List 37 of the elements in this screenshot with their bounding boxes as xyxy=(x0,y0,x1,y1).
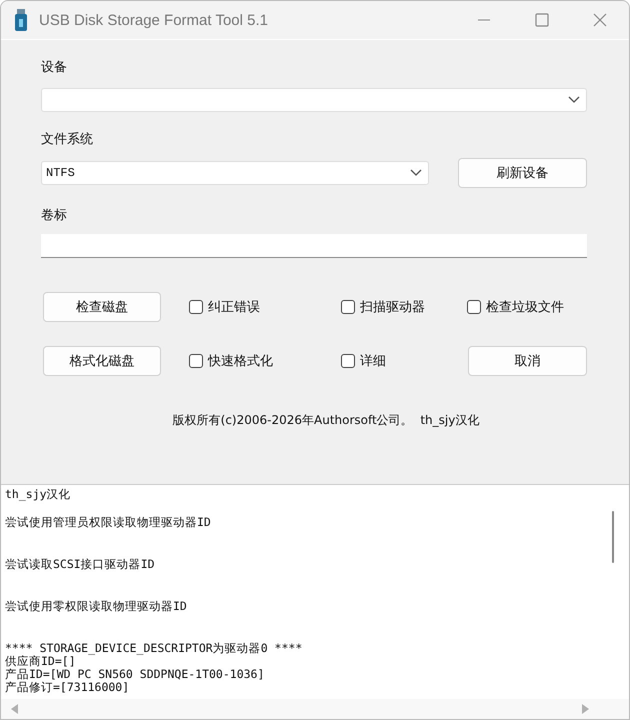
usb-drive-icon xyxy=(15,9,27,31)
file-system-dropdown[interactable]: NTFS xyxy=(41,161,429,185)
log-line: th_sjy汉化 xyxy=(5,488,72,501)
checkbox[interactable] xyxy=(341,354,355,368)
checkbox[interactable] xyxy=(341,300,355,314)
close-icon[interactable] xyxy=(593,13,607,27)
copyright-text: 版权所有(c)2006-2026年Authorsoft公司。 th_sjy汉化 xyxy=(172,412,480,429)
checkbox[interactable] xyxy=(189,354,203,368)
device-label: 设备 xyxy=(41,59,67,76)
checkbox-label: 快速格式化 xyxy=(208,353,273,370)
log-line: **** STORAGE_DEVICE_DESCRIPTOR为驱动器0 **** xyxy=(5,642,304,655)
maximize-icon[interactable] xyxy=(535,13,549,27)
checkbox-label: 扫描驱动器 xyxy=(360,299,425,316)
volume-label: 卷标 xyxy=(41,207,67,224)
refresh-button[interactable]: 刷新设备 xyxy=(458,158,587,188)
window-title: USB Disk Storage Format Tool 5.1 xyxy=(39,12,268,28)
scrollbar-thumb[interactable] xyxy=(612,511,614,563)
checkbox-label: 详细 xyxy=(360,353,386,370)
log-line: 尝试使用管理员权限读取物理驱动器ID xyxy=(5,516,212,529)
checkbox[interactable] xyxy=(189,300,203,314)
chevron-down-icon xyxy=(568,96,580,104)
log-line: 尝试读取SCSI接口驱动器ID xyxy=(5,558,156,571)
scroll-left-icon[interactable] xyxy=(11,704,19,714)
file-system-label: 文件系统 xyxy=(41,131,93,148)
cancel-button[interactable]: 取消 xyxy=(468,346,587,376)
checkbox-label: 检查垃圾文件 xyxy=(486,299,564,316)
log-line: 供应商ID=[] xyxy=(5,655,76,668)
format-disk-button[interactable]: 格式化磁盘 xyxy=(43,346,161,376)
check-disk-button[interactable]: 检查磁盘 xyxy=(43,292,161,322)
volume-label-field[interactable] xyxy=(41,234,587,258)
log-line: 产品ID=[WD PC SN560 SDDPNQE-1T00-1036] xyxy=(5,668,266,681)
scroll-right-icon[interactable] xyxy=(581,704,589,714)
checkbox-label: 纠正错误 xyxy=(208,299,260,316)
log-line: 尝试使用零权限读取物理驱动器ID xyxy=(5,600,188,613)
chevron-down-icon xyxy=(410,169,422,177)
log-line: 产品修订=[73116000] xyxy=(5,681,130,694)
checkbox[interactable] xyxy=(467,300,481,314)
